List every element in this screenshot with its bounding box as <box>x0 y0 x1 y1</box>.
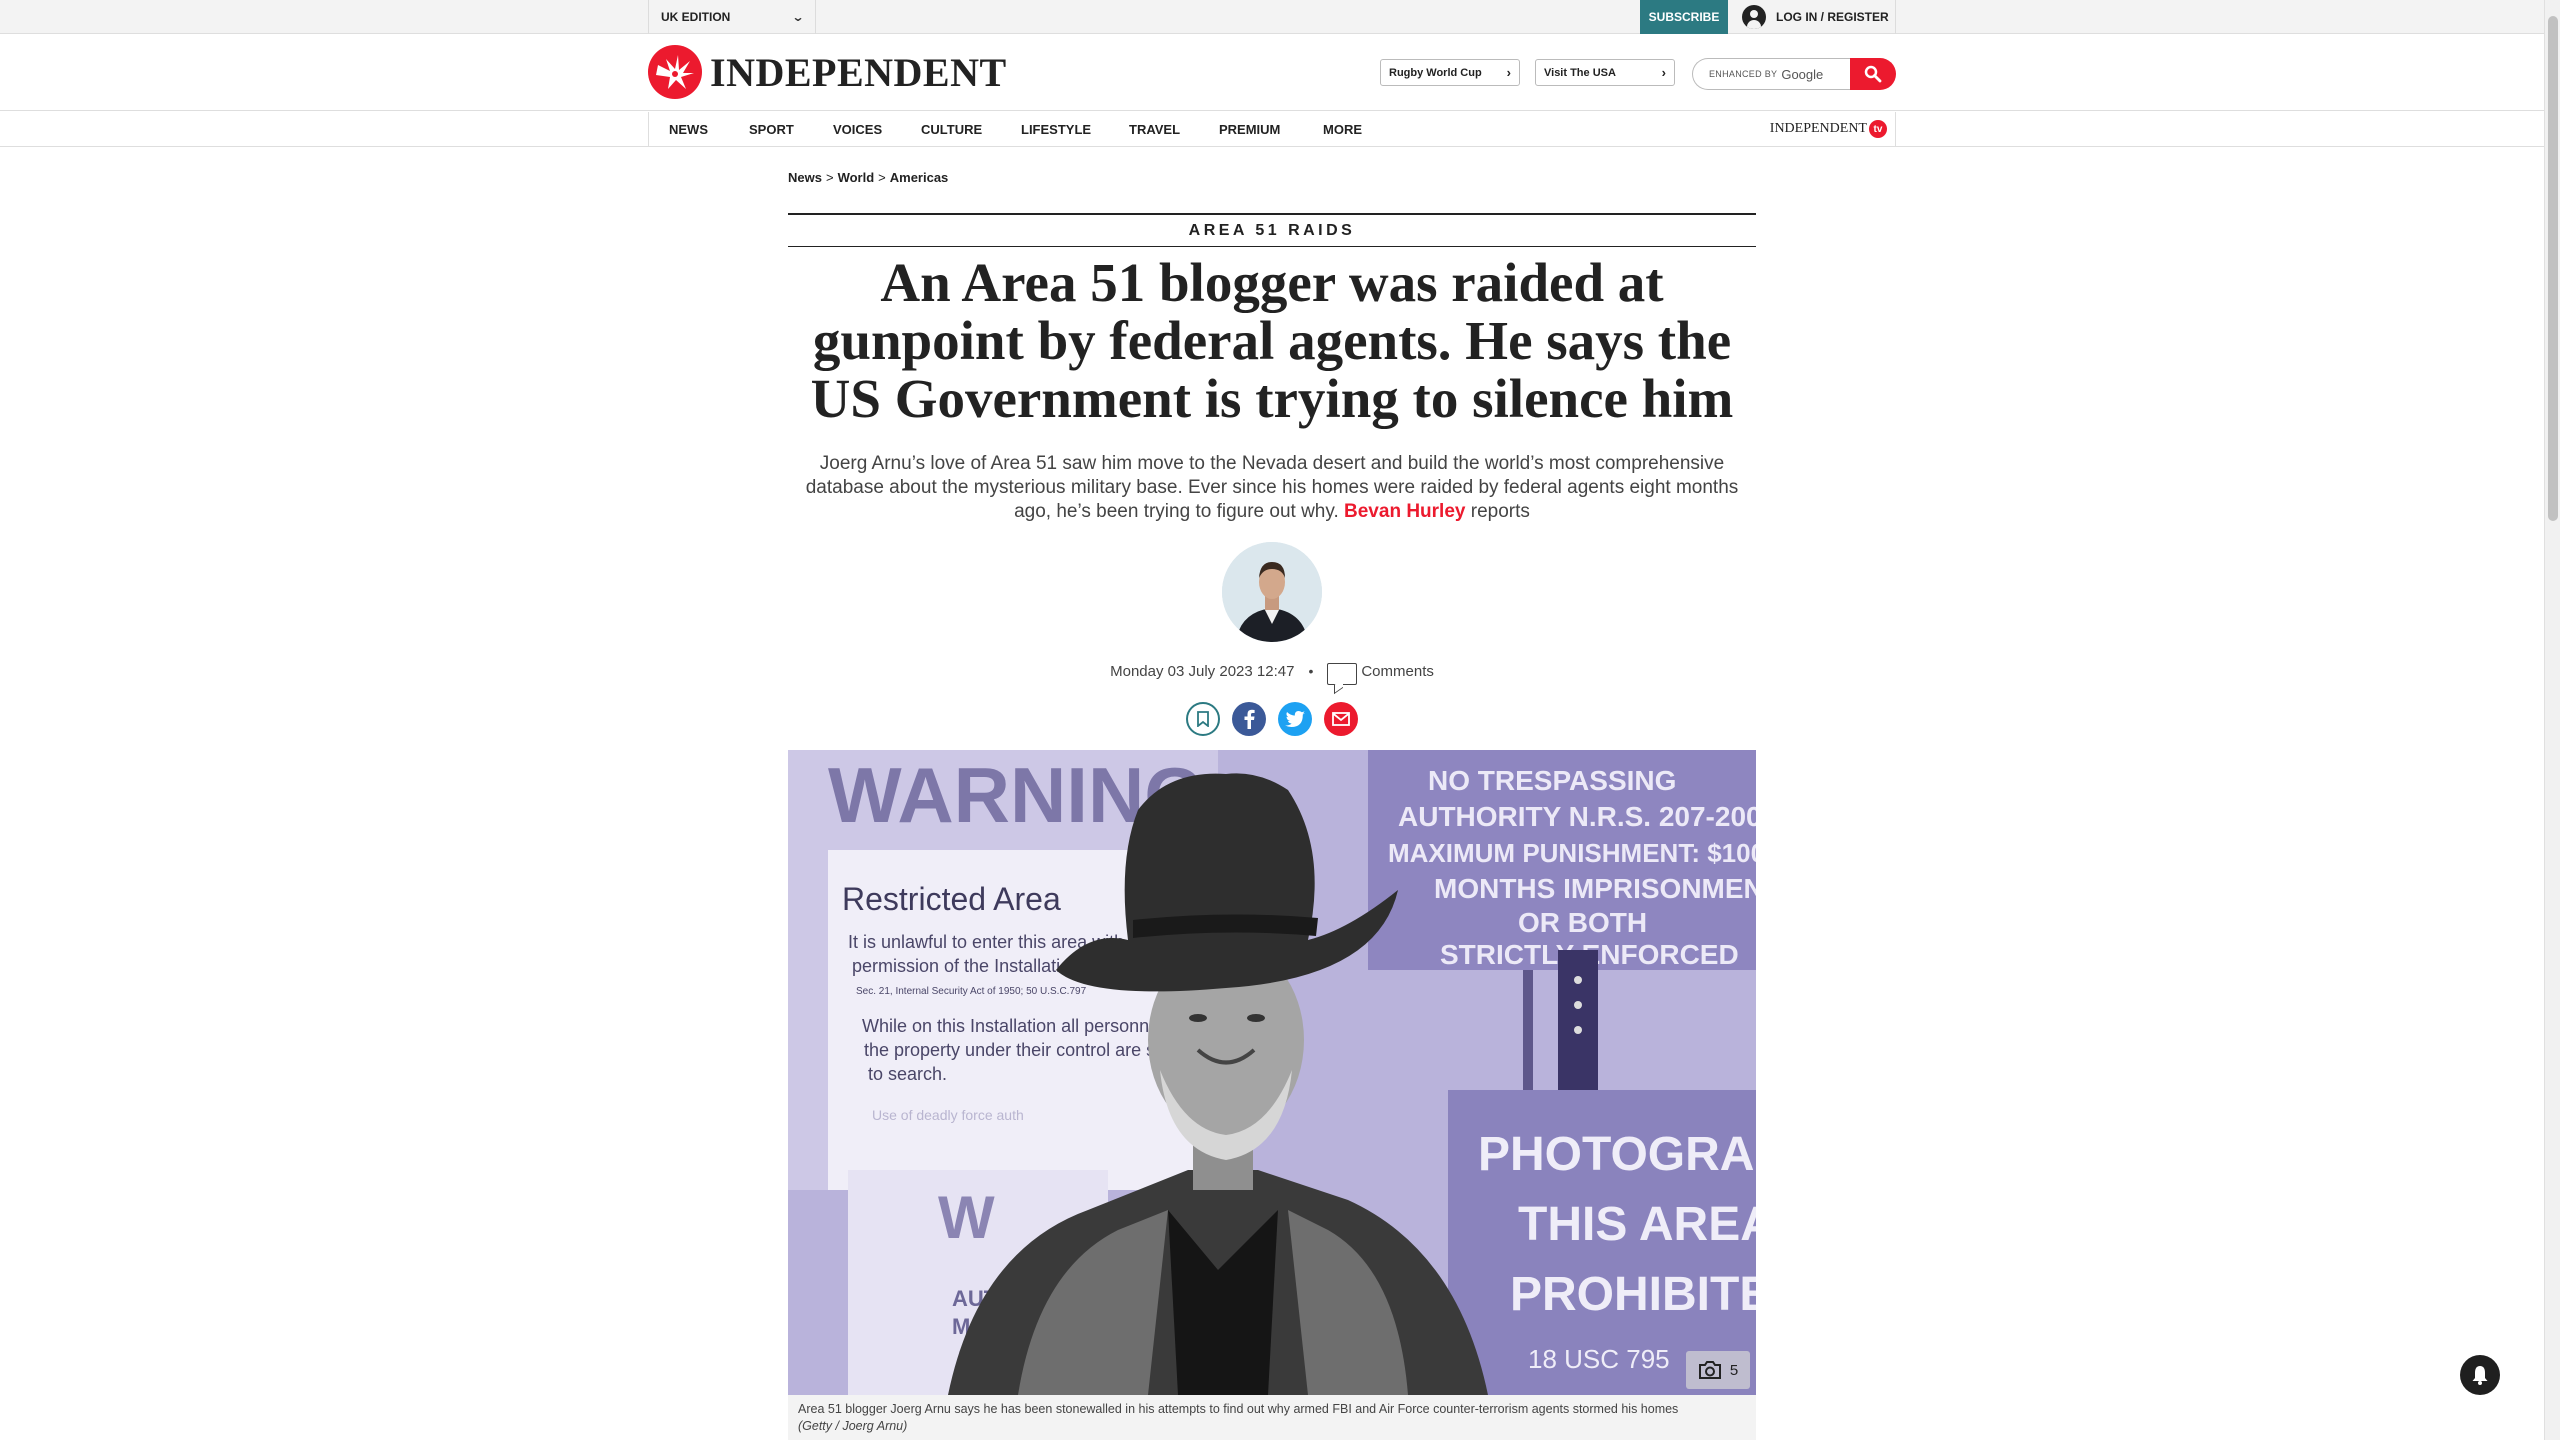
caption-credit: (Getty / Joerg Arnu) <box>798 1419 908 1433</box>
nav-item-news[interactable]: NEWS <box>669 112 708 147</box>
bookmark-button[interactable] <box>1186 702 1220 736</box>
scrollbar-thumb[interactable] <box>2548 16 2558 521</box>
comments-label: Comments <box>1361 662 1434 680</box>
image-caption: Area 51 blogger Joerg Arnu says he has b… <box>788 1395 1756 1440</box>
edition-selector[interactable]: UK EDITION ⌄ <box>648 0 816 34</box>
sign3-line-4: 18 USC 795 <box>1528 1344 1670 1374</box>
breadcrumb-separator: > <box>825 170 834 185</box>
email-icon <box>1332 712 1350 726</box>
independent-tv-link[interactable]: INDEPENDENT tv <box>1770 120 1887 138</box>
sign2-line-4: MONTHS IMPRISONMENT <box>1434 873 1756 904</box>
gallery-count: 5 <box>1729 1361 1739 1379</box>
gallery-button[interactable]: 5 <box>1686 1351 1750 1389</box>
main-navigation: NEWS SPORT VOICES CULTURE LIFESTYLE TRAV… <box>0 112 2544 147</box>
sign-line-6: to search. <box>868 1064 947 1084</box>
sign2-line-3: MAXIMUM PUNISHMENT: $1000 FIN <box>1388 838 1756 868</box>
nav-item-lifestyle[interactable]: LIFESTYLE <box>1021 112 1091 147</box>
comment-icon <box>1327 663 1358 685</box>
sign3-line-3: PROHIBITE <box>1510 1268 1756 1321</box>
email-share-button[interactable] <box>1324 702 1358 736</box>
masthead: INDEPENDENT Rugby World Cup › Visit The … <box>0 35 2544 111</box>
breadcrumb-news[interactable]: News <box>788 170 822 185</box>
account-icon <box>1742 5 1766 29</box>
eagle-logo-icon <box>648 45 702 99</box>
nav-item-more[interactable]: MORE <box>1323 112 1362 147</box>
nav-item-culture[interactable]: CULTURE <box>921 112 982 147</box>
breadcrumb: News > World > Americas <box>788 170 948 185</box>
chevron-right-icon: › <box>1506 65 1511 80</box>
search-icon <box>1864 65 1882 83</box>
sign3-line-1: PHOTOGRAPHY <box>1478 1128 1756 1181</box>
sign4-line-1: W <box>938 1184 995 1251</box>
standfirst-text: Joerg Arnu’s love of Area 51 saw him mov… <box>805 453 1739 522</box>
login-label: LOG IN / REGISTER <box>1776 10 1889 24</box>
publish-date: Monday 03 July 2023 12:47 <box>1110 662 1295 680</box>
article-headline: An Area 51 blogger was raided at gunpoin… <box>810 252 1734 429</box>
promo-label: Rugby World Cup <box>1389 66 1482 79</box>
chevron-down-icon: ⌄ <box>791 10 805 24</box>
breadcrumb-americas[interactable]: Americas <box>890 170 949 185</box>
twitter-icon <box>1285 711 1305 727</box>
notifications-button[interactable] <box>2460 1355 2500 1395</box>
breadcrumb-world[interactable]: World <box>838 170 875 185</box>
search-input[interactable]: ENHANCED BY Google <box>1692 58 1852 90</box>
sign-line-4: While on this Installation all personnel… <box>862 1016 1198 1036</box>
top-utility-bar: UK EDITION ⌄ SUBSCRIBE LOG IN / REGISTER <box>0 0 2544 34</box>
site-logo[interactable]: INDEPENDENT <box>648 45 1007 99</box>
article-meta: Monday 03 July 2023 12:47 • Comments <box>788 660 1756 685</box>
chevron-right-icon: › <box>1661 65 1666 80</box>
promo-visit-the-usa[interactable]: Visit The USA › <box>1535 59 1675 86</box>
nav-inner: NEWS SPORT VOICES CULTURE LIFESTYLE TRAV… <box>648 112 1896 147</box>
logo-wordmark: INDEPENDENT <box>710 49 1007 95</box>
article-standfirst: Joerg Arnu’s love of Area 51 saw him mov… <box>788 452 1756 524</box>
sign3-line-2: THIS AREA <box>1518 1198 1756 1251</box>
author-avatar[interactable] <box>1222 542 1322 642</box>
search-google-label: Google <box>1781 66 1824 82</box>
meta-separator: • <box>1308 663 1314 679</box>
promo-label: Visit The USA <box>1544 66 1616 79</box>
facebook-icon <box>1244 709 1255 729</box>
sign2-line-1: NO TRESPASSING <box>1428 765 1676 796</box>
caption-text: Area 51 blogger Joerg Arnu says he has b… <box>798 1402 1679 1416</box>
hero-illustration: WARNING Restricted Area It is unlawful t… <box>788 750 1756 1395</box>
search-button[interactable] <box>1850 58 1896 90</box>
sign-line-7: Use of deadly force auth <box>872 1107 1024 1123</box>
nav-item-premium[interactable]: PREMIUM <box>1219 112 1280 147</box>
reports-word: reports <box>1470 501 1530 522</box>
tv-logo-text: INDEPENDENT <box>1769 121 1867 136</box>
sign2-line-2: AUTHORITY N.R.S. 207-200 <box>1398 801 1756 832</box>
hero-image[interactable]: WARNING Restricted Area It is unlawful t… <box>788 750 1756 1395</box>
nav-item-travel[interactable]: TRAVEL <box>1129 112 1180 147</box>
login-register-button[interactable]: LOG IN / REGISTER <box>1728 0 1896 34</box>
page-scrollbar[interactable] <box>2544 0 2560 1440</box>
author-portrait <box>1222 542 1322 642</box>
comments-link[interactable]: Comments <box>1327 660 1434 685</box>
search-enhanced-label: ENHANCED BY <box>1709 69 1778 79</box>
bookmark-icon <box>1197 711 1209 727</box>
facebook-share-button[interactable] <box>1232 702 1266 736</box>
breadcrumb-separator: > <box>878 170 886 185</box>
sign2-line-5: OR BOTH <box>1518 907 1647 938</box>
bell-icon <box>2472 1366 2488 1385</box>
share-bar <box>1186 702 1358 736</box>
twitter-share-button[interactable] <box>1278 702 1312 736</box>
subscribe-button[interactable]: SUBSCRIBE <box>1640 0 1728 34</box>
edition-label: UK EDITION <box>661 10 731 24</box>
sign-line-3: Sec. 21, Internal Security Act of 1950; … <box>856 986 1087 997</box>
sign-restricted-text: Restricted Area <box>842 881 1061 917</box>
promo-rugby-world-cup[interactable]: Rugby World Cup › <box>1380 59 1520 86</box>
tv-badge: tv <box>1869 120 1887 138</box>
author-link[interactable]: Bevan Hurley <box>1344 501 1465 522</box>
nav-item-voices[interactable]: VOICES <box>833 112 882 147</box>
nav-item-sport[interactable]: SPORT <box>749 112 794 147</box>
camera-icon <box>1698 1361 1721 1379</box>
site-search: ENHANCED BY Google <box>1692 58 1896 90</box>
topic-kicker[interactable]: AREA 51 RAIDS <box>788 213 1756 247</box>
